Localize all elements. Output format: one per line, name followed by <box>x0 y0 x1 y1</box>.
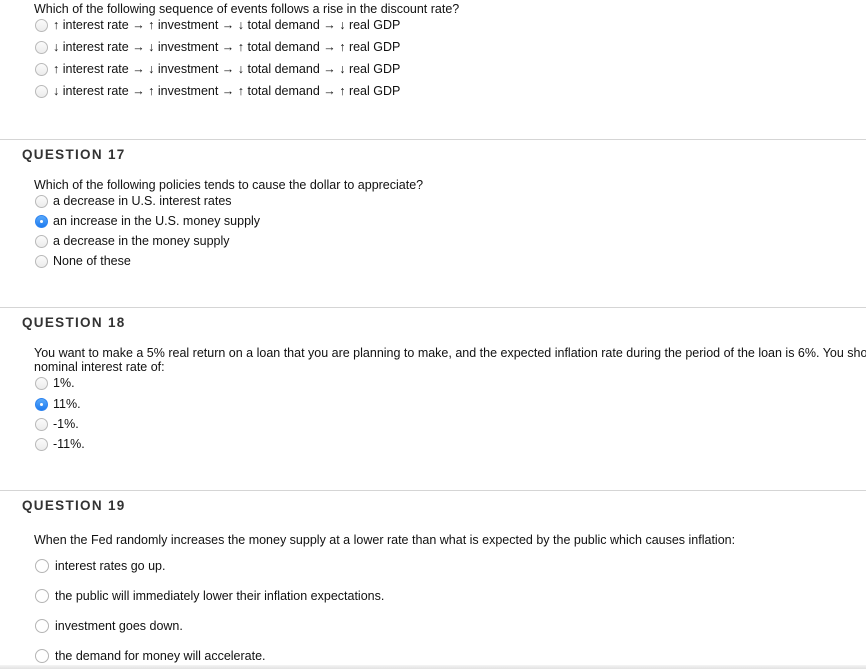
option-label: interest rates go up. <box>55 559 166 573</box>
question-header: QUESTION 17 <box>22 147 126 162</box>
option-label: a decrease in U.S. interest rates <box>53 194 232 208</box>
option-label: -11%. <box>53 437 85 451</box>
option-label: a decrease in the money supply <box>53 234 230 248</box>
option-label: ↓ interest rate → ↓ investment → ↑ total… <box>53 40 401 54</box>
radio-button[interactable] <box>35 437 48 451</box>
radio-button-selected[interactable] <box>35 214 48 228</box>
answer-option[interactable]: interest rates go up. <box>35 558 165 574</box>
option-label: -1%. <box>53 417 79 431</box>
option-label: investment goes down. <box>55 619 183 633</box>
answer-option[interactable]: an increase in the U.S. money supply <box>35 213 260 229</box>
question-header: QUESTION 19 <box>22 498 126 513</box>
answer-option[interactable]: ↓ interest rate → ↓ investment → ↑ total… <box>35 39 400 55</box>
radio-button[interactable] <box>35 559 49 573</box>
answer-option[interactable]: 11%. <box>35 396 81 412</box>
question-text-line-1: You want to make a 5% real return on a l… <box>34 346 866 360</box>
question-header: QUESTION 18 <box>22 315 126 330</box>
answer-option[interactable]: a decrease in U.S. interest rates <box>35 193 232 209</box>
question-text: When the Fed randomly increases the mone… <box>34 533 736 547</box>
option-label: ↑ interest rate → ↓ investment → ↓ total… <box>53 62 401 76</box>
radio-button-selected[interactable] <box>35 397 48 411</box>
answer-option[interactable]: a decrease in the money supply <box>35 233 230 249</box>
option-label: ↓ interest rate → ↑ investment → ↑ total… <box>53 84 401 98</box>
option-label: ↑ interest rate → ↑ investment → ↓ total… <box>53 18 401 32</box>
radio-button[interactable] <box>35 194 48 208</box>
answer-option[interactable]: the public will immediately lower their … <box>35 588 384 604</box>
option-label: the demand for money will accelerate. <box>55 649 266 663</box>
radio-button[interactable] <box>35 619 49 633</box>
answer-option[interactable]: None of these <box>35 253 131 269</box>
answer-option[interactable]: ↓ interest rate → ↑ investment → ↑ total… <box>35 83 400 99</box>
option-label: an increase in the U.S. money supply <box>53 214 261 228</box>
radio-button[interactable] <box>35 254 48 268</box>
option-label: 1%. <box>53 376 75 390</box>
answer-option[interactable]: ↑ interest rate → ↑ investment → ↓ total… <box>35 17 400 33</box>
answer-option[interactable]: the demand for money will accelerate. <box>35 648 266 664</box>
answer-option[interactable]: -11%. <box>35 436 85 452</box>
radio-button[interactable] <box>35 649 49 663</box>
radio-button[interactable] <box>35 376 48 390</box>
answer-option[interactable]: 1%. <box>35 375 75 391</box>
bottom-bar <box>0 665 866 669</box>
question-text: Which of the following sequence of event… <box>34 2 460 16</box>
radio-button[interactable] <box>35 417 48 431</box>
divider <box>0 490 866 491</box>
answer-option[interactable]: ↑ interest rate → ↓ investment → ↓ total… <box>35 61 400 77</box>
answer-option[interactable]: -1%. <box>35 416 79 432</box>
option-label: the public will immediately lower their … <box>55 589 385 603</box>
question-text: Which of the following policies tends to… <box>34 178 424 192</box>
answer-option[interactable]: investment goes down. <box>35 618 183 634</box>
radio-button[interactable] <box>35 40 48 54</box>
radio-button[interactable] <box>35 62 48 76</box>
radio-button[interactable] <box>35 84 48 98</box>
radio-button[interactable] <box>35 234 48 248</box>
option-label: None of these <box>53 254 131 268</box>
radio-button[interactable] <box>35 589 49 603</box>
option-label: 11%. <box>53 397 81 411</box>
divider <box>0 139 866 140</box>
question-text-line-2: nominal interest rate of: <box>34 360 165 374</box>
radio-button[interactable] <box>35 18 48 32</box>
divider <box>0 307 866 308</box>
